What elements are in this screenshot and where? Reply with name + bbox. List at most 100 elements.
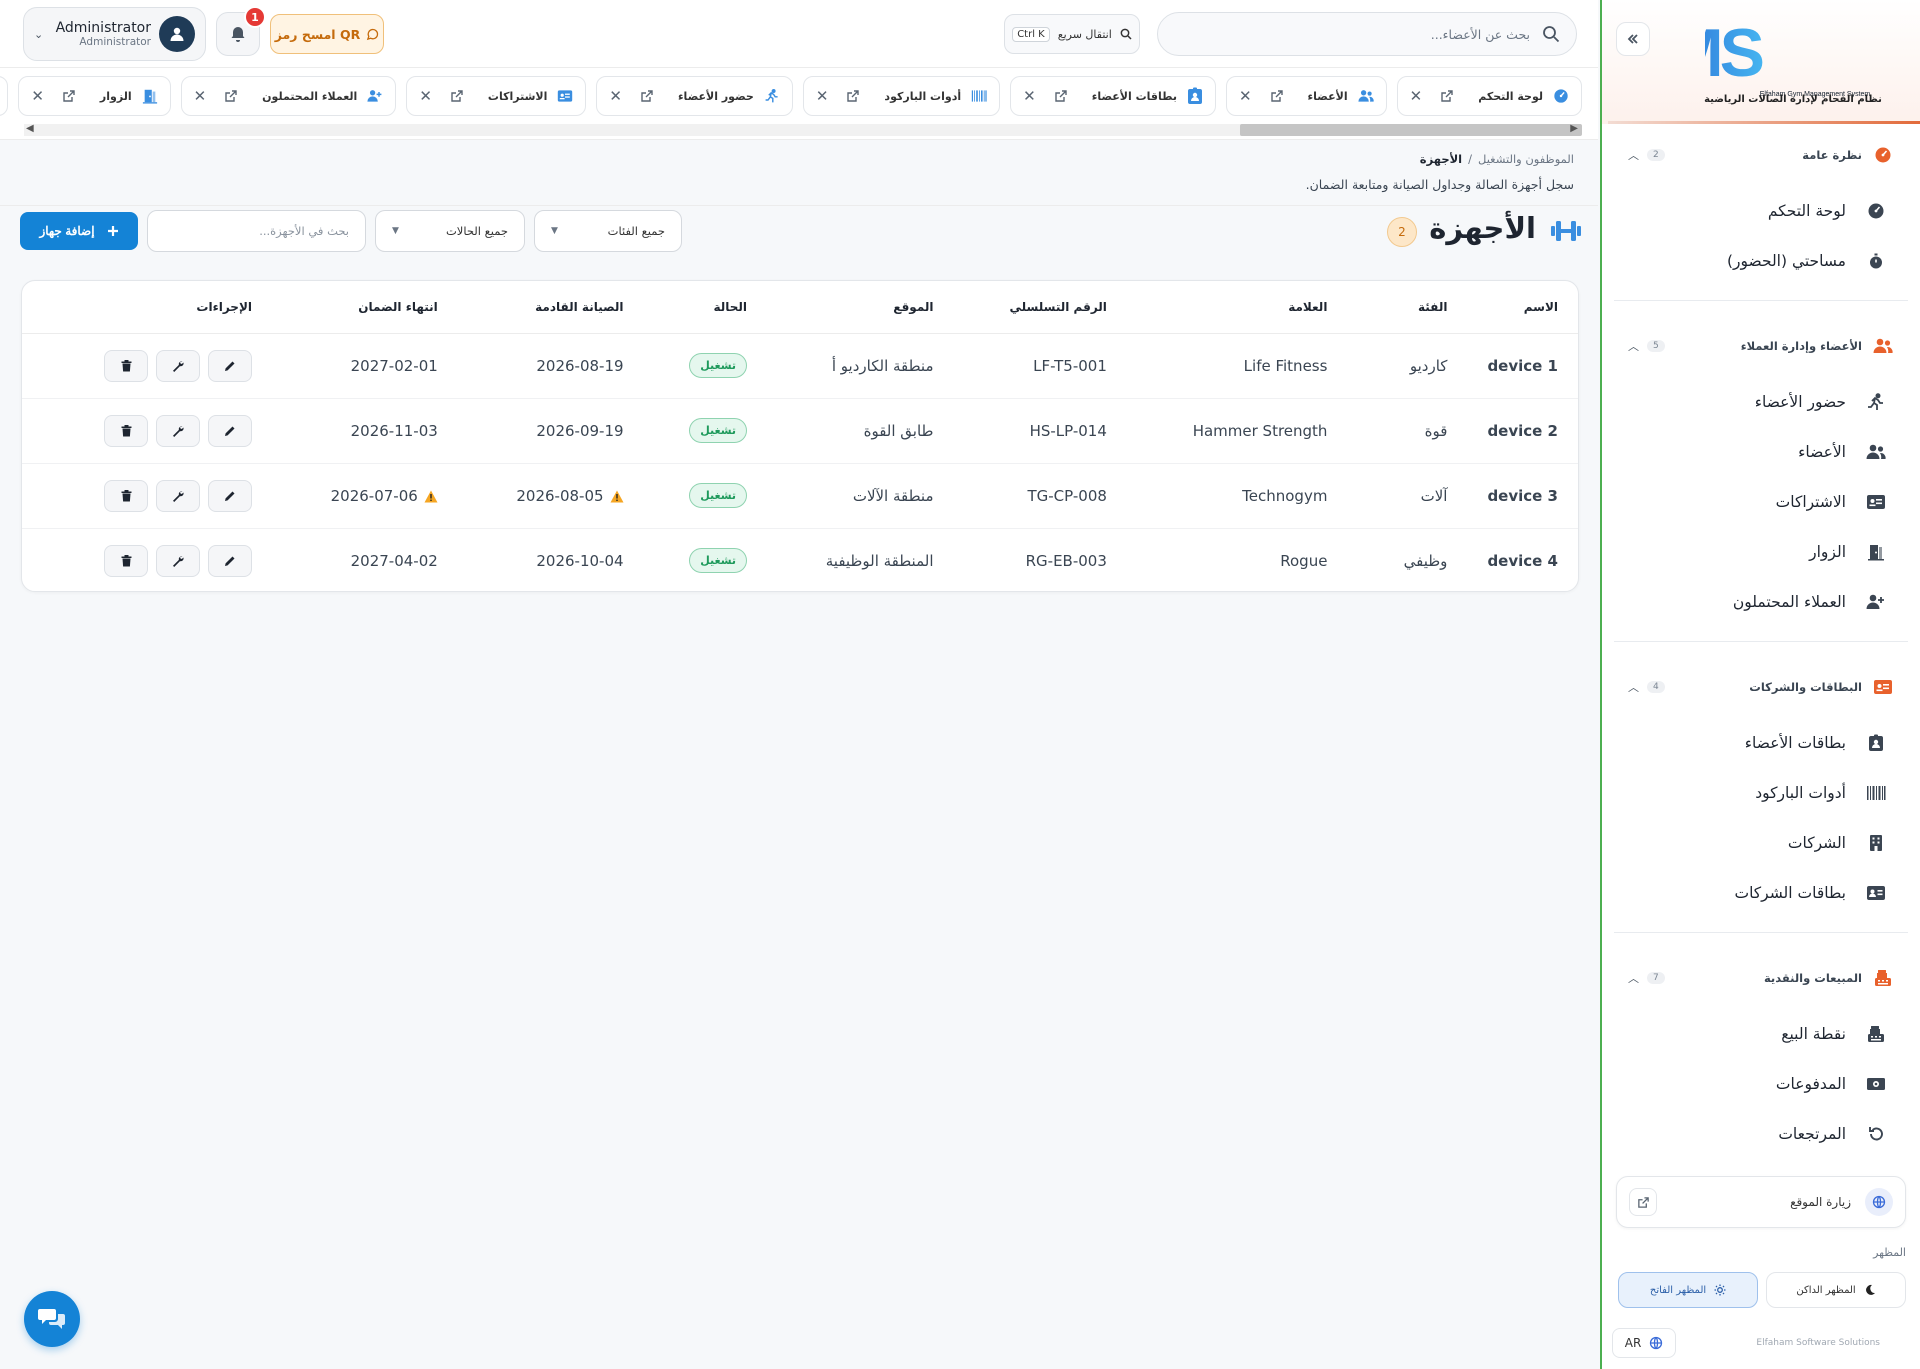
breadcrumb-parent[interactable]: الموظفون والتشغيل <box>1478 152 1574 166</box>
tabs-scrollbar-thumb[interactable] <box>1240 124 1582 136</box>
cell-warranty-end: 2027-02-01 <box>272 333 458 399</box>
col-location[interactable]: الموقع <box>767 281 954 334</box>
sidebar-item[interactable]: لوحة التحكم <box>1614 186 1908 236</box>
close-icon[interactable]: ✕ <box>31 87 44 105</box>
open-tab[interactable]: الاشتراكات ✕ <box>406 76 587 116</box>
status-filter[interactable]: جميع الحالات ▼ <box>375 210 525 252</box>
theme-light-button[interactable]: المظهر الفاتح <box>1618 1272 1758 1308</box>
close-icon[interactable]: ✕ <box>1239 87 1252 105</box>
maintenance-button[interactable] <box>156 544 200 577</box>
col-category[interactable]: الفئة <box>1347 281 1468 334</box>
sidebar-item-label: مساحتي (الحضور) <box>1726 252 1846 270</box>
maintenance-button[interactable] <box>156 479 200 512</box>
delete-button[interactable] <box>104 544 148 577</box>
sidebar-item[interactable]: بطاقات الشركات <box>1614 868 1908 918</box>
language-button[interactable]: AR <box>1612 1328 1676 1358</box>
open-tab[interactable]: الأعضاء ✕ <box>1225 76 1387 116</box>
external-link-icon[interactable] <box>640 89 654 103</box>
col-next-maintenance[interactable]: الصيانة القادمة <box>457 281 644 334</box>
sidebar-group-header[interactable]: البطاقات والشركات 4 ︿ <box>1614 656 1908 718</box>
sidebar-item[interactable]: الزوار <box>1614 527 1908 577</box>
sidebar-item[interactable]: المرتجعات <box>1614 1109 1908 1159</box>
delete-button[interactable] <box>104 479 148 512</box>
edit-button[interactable] <box>208 479 252 512</box>
theme-light-label: المظهر الفاتح <box>1649 1284 1707 1296</box>
close-icon[interactable]: ✕ <box>1410 87 1423 105</box>
theme-dark-button[interactable]: المظهر الداكن <box>1766 1272 1906 1308</box>
external-link-icon[interactable] <box>1054 89 1068 103</box>
open-tab[interactable]: لوحة التحكم ✕ <box>1396 76 1582 116</box>
user-menu[interactable]: ⌄ Administrator Administrator <box>23 7 206 61</box>
table-row[interactable]: device 3 آلات Technogym TG-CP-008 منطقة … <box>22 463 1578 529</box>
close-icon[interactable]: ✕ <box>419 87 432 105</box>
external-link-icon[interactable] <box>1270 89 1284 103</box>
sidebar-item[interactable]: الأعضاء <box>1614 427 1908 477</box>
sidebar-item[interactable]: المنتجات <box>1614 1159 1908 1164</box>
external-link-icon <box>1629 1188 1657 1216</box>
user-name: Administrator <box>55 20 151 36</box>
sidebar-item[interactable]: العملاء المحتملون <box>1614 577 1908 627</box>
warning-icon <box>424 490 438 502</box>
id-card-icon <box>1872 676 1894 698</box>
external-link-icon[interactable] <box>846 89 860 103</box>
delete-button[interactable] <box>104 349 148 382</box>
add-device-button[interactable]: إضافة جهاز <box>20 212 138 250</box>
chat-button[interactable] <box>24 1291 80 1347</box>
table-row[interactable]: device 2 قوة Hammer Strength HS-LP-014 ط… <box>22 398 1578 464</box>
open-tab[interactable]: بطاقات الأعضاء ✕ <box>1010 76 1216 116</box>
sidebar-item-label: المدفوعات <box>1775 1075 1846 1093</box>
external-link-icon[interactable] <box>224 89 238 103</box>
scroll-left-arrow-icon[interactable]: ◀ <box>26 123 34 134</box>
external-link-icon[interactable] <box>450 89 464 103</box>
maintenance-button[interactable] <box>156 414 200 447</box>
sidebar-item[interactable]: الاشتراكات <box>1614 477 1908 527</box>
external-link-icon[interactable] <box>62 89 76 103</box>
close-icon[interactable]: ✕ <box>816 87 829 105</box>
wrench-icon <box>173 425 184 437</box>
member-search-box[interactable]: بحث عن الأعضاء... <box>1157 12 1577 56</box>
sidebar-item[interactable]: حضور الأعضاء <box>1614 377 1908 427</box>
col-name[interactable]: الاسم <box>1467 281 1578 334</box>
open-tab[interactable]: الزوار ✕ <box>18 76 171 116</box>
maintenance-button[interactable] <box>156 349 200 382</box>
device-search-input[interactable] <box>147 210 366 252</box>
edit-button[interactable] <box>208 414 252 447</box>
sidebar-item[interactable]: أدوات الباركود <box>1614 768 1908 818</box>
external-link-icon[interactable] <box>1440 89 1454 103</box>
visit-site-button[interactable]: زيارة الموقع <box>1616 1176 1906 1228</box>
close-icon[interactable]: ✕ <box>194 87 207 105</box>
sidebar-item-label: لوحة التحكم <box>1767 202 1846 220</box>
sidebar-item[interactable]: بطاقات الأعضاء <box>1614 718 1908 768</box>
edit-button[interactable] <box>208 349 252 382</box>
open-tab[interactable]: واتـ <box>0 76 9 116</box>
scan-qr-button[interactable]: امسح رمز QR <box>270 14 384 54</box>
add-device-label: إضافة جهاز <box>39 224 95 238</box>
col-brand[interactable]: العلامة <box>1126 281 1348 334</box>
category-filter[interactable]: جميع الفئات ▼ <box>534 210 682 252</box>
sidebar-item[interactable]: الشركات <box>1614 818 1908 868</box>
sidebar-group-header[interactable]: الأعضاء وإدارة العملاء 5 ︿ <box>1614 315 1908 377</box>
sidebar-item[interactable]: مساحتي (الحضور) <box>1614 236 1908 286</box>
collapse-sidebar-button[interactable] <box>1616 22 1650 56</box>
col-warranty-end[interactable]: انتهاء الضمان <box>272 281 458 334</box>
scroll-right-arrow-icon[interactable]: ▶ <box>1570 123 1578 134</box>
open-tab[interactable]: أدوات الباركود ✕ <box>802 76 1001 116</box>
table-row[interactable]: device 4 وظيفي Rogue RG-EB-003 المنطقة ا… <box>22 528 1578 591</box>
table-row[interactable]: device 1 كارديو Life Fitness LF-T5-001 م… <box>22 333 1578 399</box>
delete-button[interactable] <box>104 414 148 447</box>
quick-nav-button[interactable]: Ctrl K انتقال سريع <box>1004 14 1140 54</box>
sidebar-group-header[interactable]: نظرة عامة 2 ︿ <box>1614 124 1908 186</box>
sidebar-item-label: أدوات الباركود <box>1755 784 1846 802</box>
sidebar-group: نظرة عامة 2 ︿ لوحة التحكم مساحتي (الحضور… <box>1614 124 1908 301</box>
barcode-icon <box>971 88 987 104</box>
col-serial[interactable]: الرقم التسلسلي <box>953 281 1127 334</box>
col-status[interactable]: الحالة <box>643 281 768 334</box>
sidebar-group-header[interactable]: المبيعات والنقدية 7 ︿ <box>1614 947 1908 1009</box>
sidebar-item[interactable]: نقطة البيع <box>1614 1009 1908 1059</box>
edit-button[interactable] <box>208 544 252 577</box>
close-icon[interactable]: ✕ <box>1023 87 1036 105</box>
sidebar-item[interactable]: المدفوعات <box>1614 1059 1908 1109</box>
close-icon[interactable]: ✕ <box>609 87 622 105</box>
open-tab[interactable]: حضور الأعضاء ✕ <box>596 76 793 116</box>
open-tab[interactable]: العملاء المحتملون ✕ <box>180 76 397 116</box>
